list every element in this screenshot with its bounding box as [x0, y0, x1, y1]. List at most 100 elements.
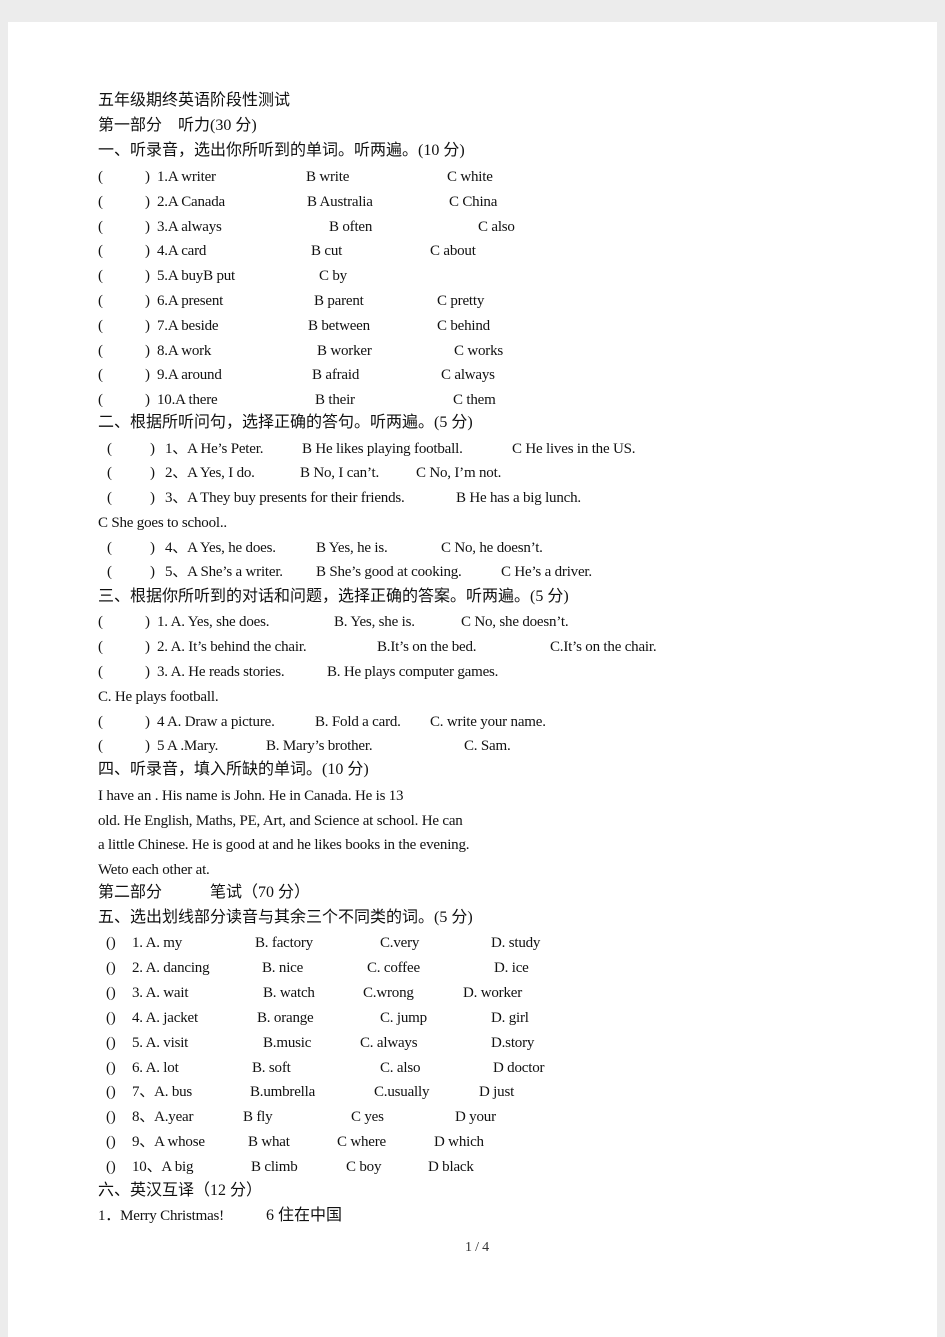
option-a: 5. A. visit: [132, 1034, 189, 1051]
cloze-line: Weto each other at.: [98, 862, 210, 878]
option-c: C No, she doesn’t.: [461, 614, 569, 630]
option-c: C white: [447, 169, 493, 185]
option-a: 2. A. It’s behind the chair.: [157, 639, 307, 655]
answer-bracket-close: ): [145, 218, 150, 235]
option-b: B No, I can’t.: [300, 465, 379, 481]
option-b: B what: [248, 1134, 290, 1151]
option-b: B often: [329, 218, 373, 235]
option-a: 9.A around: [157, 367, 222, 384]
answer-bracket: (): [106, 1034, 116, 1051]
option-b: B. Fold a card.: [315, 714, 401, 730]
option-c: C behind: [437, 317, 490, 334]
option-c: C pretty: [437, 293, 485, 309]
answer-bracket: (): [106, 1059, 116, 1076]
option-b: B fly: [243, 1109, 273, 1126]
answer-bracket-open: (: [107, 441, 112, 457]
option-c: C them: [453, 392, 496, 409]
option-c: C. coffee: [367, 959, 420, 976]
option-c: C always: [441, 367, 495, 384]
answer-bracket: (): [106, 935, 116, 951]
option-a: 1、A He’s Peter.: [165, 441, 264, 457]
option-b: B. watch: [263, 984, 315, 1001]
option-c: C.usually: [374, 1084, 430, 1101]
answer-bracket: (): [106, 1159, 116, 1176]
option-a: 5 A .Mary.: [157, 738, 219, 754]
answer-bracket-open: (: [98, 169, 103, 185]
option-d: D. girl: [491, 1009, 529, 1026]
answer-bracket: (): [106, 1009, 116, 1026]
section-heading: 四、听录音，填入所缺的单词。(10 分): [98, 761, 369, 778]
answer-bracket: (): [106, 959, 116, 976]
section-heading: 六、英汉互译（12 分）: [98, 1182, 263, 1199]
part-heading: 第二部分 笔试（70 分）: [98, 884, 311, 901]
option-d: D. study: [491, 935, 541, 951]
option-b: B He likes playing football.: [302, 441, 463, 457]
option-c: C yes: [351, 1109, 384, 1126]
option-a: 1.A writer: [157, 169, 216, 185]
part-heading: 第一部分 听力(30 分): [98, 117, 257, 134]
option-a: 2.A Canada: [157, 193, 225, 210]
option-b: B.It’s on the bed.: [377, 639, 477, 655]
option-a: 8.A work: [157, 342, 212, 359]
option-a: 7.A beside: [157, 317, 219, 334]
option-d: D your: [455, 1109, 496, 1126]
page-number: 1 / 4: [465, 1240, 489, 1255]
answer-bracket: (): [106, 984, 116, 1001]
section-heading: 一、听录音，选出你所听到的单词。听两遍。(10 分): [98, 142, 465, 159]
option-a: 4. A. jacket: [132, 1009, 198, 1026]
answer-bracket-open: (: [98, 342, 103, 359]
option-a: 3.A always: [157, 218, 222, 235]
option-c: C China: [449, 193, 498, 210]
option-b: B. soft: [252, 1059, 291, 1076]
option-c: C works: [454, 342, 504, 359]
option-b: B. He plays computer games.: [327, 664, 499, 680]
answer-bracket-close: ): [150, 540, 155, 556]
option-c: C by: [319, 268, 347, 285]
answer-bracket-close: ): [145, 293, 150, 309]
option-b: B He has a big lunch.: [456, 490, 581, 506]
answer-bracket: (): [106, 1134, 116, 1151]
answer-bracket-close: ): [145, 193, 150, 210]
answer-bracket-open: (: [98, 639, 103, 655]
option-c: C. always: [360, 1034, 418, 1051]
option-c: C No, I’m not.: [416, 465, 502, 481]
option-b: B cut: [311, 243, 343, 260]
answer-bracket-close: ): [150, 465, 155, 481]
option-c: C. also: [380, 1059, 421, 1076]
answer-bracket-close: ): [145, 738, 150, 754]
option-c: C about: [430, 243, 476, 260]
cloze-line: I have an . His name is John. He in Cana…: [98, 788, 404, 804]
answer-bracket-close: ): [145, 169, 150, 185]
option-c: C. Sam.: [464, 738, 511, 754]
option-b: B She’s good at cooking.: [316, 564, 462, 580]
option-a: 10、A big: [132, 1159, 194, 1176]
answer-bracket-close: ): [145, 392, 150, 409]
answer-bracket-open: (: [98, 193, 103, 210]
answer-bracket-open: (: [98, 243, 103, 260]
answer-bracket-open: (: [107, 540, 112, 556]
answer-bracket-close: ): [150, 490, 155, 506]
option-d: D which: [434, 1134, 484, 1151]
option-a: 5、A She’s a writer.: [165, 564, 283, 580]
option-c: C He’s a driver.: [501, 564, 592, 580]
option-b: B. factory: [255, 935, 313, 951]
answer-bracket-close: ): [145, 342, 150, 359]
option-c: C also: [478, 218, 515, 235]
option-a: 1. A. Yes, she does.: [157, 614, 270, 630]
section-heading: 二、根据所听问句，选择正确的答句。听两遍。(5 分): [98, 414, 473, 431]
option-c: C. He plays football.: [98, 689, 219, 705]
option-a: 9、A whose: [132, 1134, 205, 1151]
option-d: D. ice: [494, 959, 529, 976]
section-heading: 五、选出划线部分读音与其余三个不同类的词。(5 分): [98, 909, 473, 926]
answer-bracket-open: (: [98, 317, 103, 334]
option-d: D doctor: [493, 1059, 545, 1076]
answer-bracket-close: ): [145, 367, 150, 384]
option-a: 3、A They buy presents for their friends.: [165, 490, 405, 506]
option-a: 2. A. dancing: [132, 959, 210, 976]
option-b: B climb: [251, 1159, 298, 1176]
option-b: B.music: [263, 1034, 312, 1051]
option-a: 3. A. He reads stories.: [157, 664, 285, 680]
option-a: 6.A present: [157, 293, 224, 309]
answer-bracket-close: ): [150, 441, 155, 457]
answer-bracket: (): [106, 1109, 116, 1126]
